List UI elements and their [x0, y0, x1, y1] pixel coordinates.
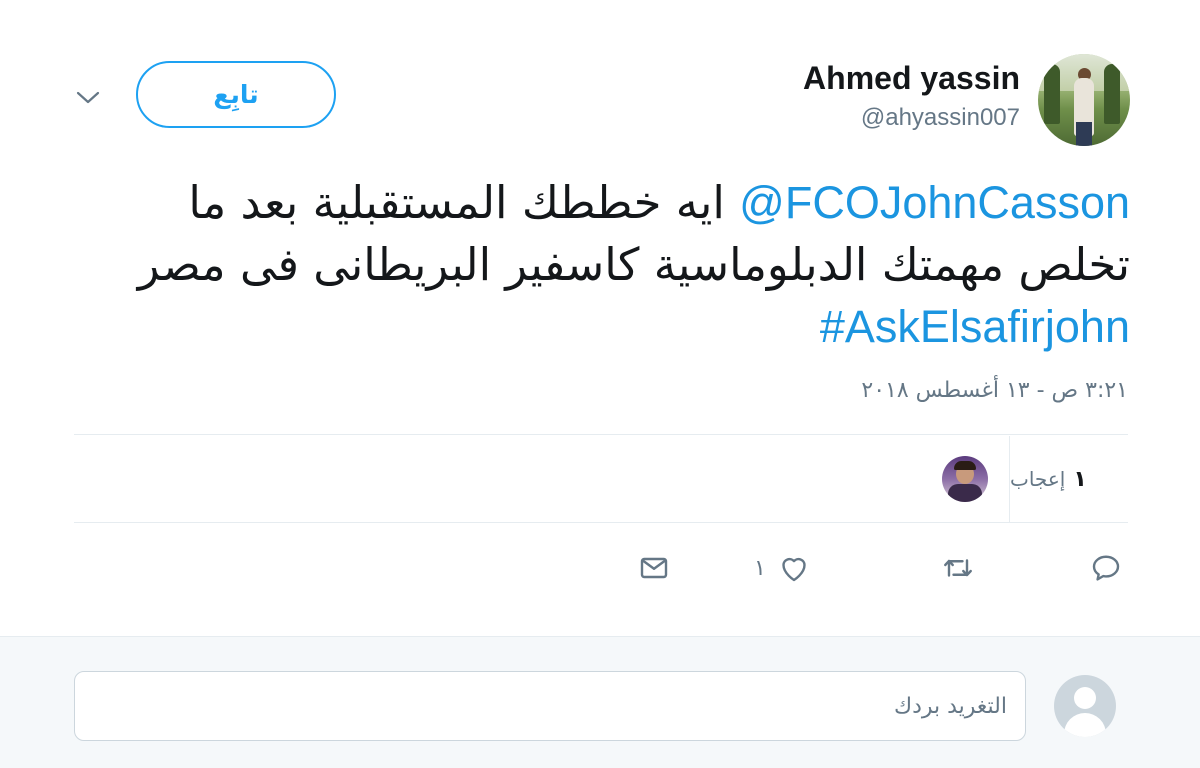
liker-avatar[interactable] — [942, 456, 988, 502]
reply-button[interactable] — [1088, 548, 1124, 588]
hashtag-link[interactable]: #AskElsafirjohn — [820, 301, 1130, 352]
likes-label: إعجاب — [1010, 467, 1066, 491]
divider — [74, 434, 1128, 435]
like-button[interactable]: ١ — [754, 548, 812, 588]
follow-button[interactable]: تابِع — [136, 61, 336, 128]
tweet-stats: ١ إعجاب — [74, 436, 1128, 522]
tweet-card: Ahmed yassin @ahyassin007 تابِع @FCOJohn… — [0, 0, 1200, 636]
likes-count: ١ — [1073, 466, 1087, 492]
divider — [74, 522, 1128, 523]
retweet-icon — [944, 559, 972, 577]
author-name[interactable]: Ahmed yassin — [803, 60, 1020, 97]
message-button[interactable] — [636, 548, 672, 588]
mention-link[interactable]: @FCOJohnCasson — [739, 177, 1130, 228]
stats-separator — [1009, 436, 1010, 522]
chevron-down-icon[interactable] — [74, 84, 102, 112]
reply-composer — [0, 636, 1200, 768]
tweet-timestamp[interactable]: ٣:٢١ ص - ١٣ أغسطس ٢٠١٨ — [861, 378, 1128, 403]
like-icon — [782, 557, 806, 582]
like-count: ١ — [754, 555, 766, 581]
message-icon — [640, 557, 668, 579]
likes-stat[interactable]: ١ إعجاب — [1010, 436, 1128, 522]
retweet-button[interactable] — [940, 548, 976, 588]
default-avatar-icon — [1054, 675, 1116, 737]
reply-icon — [1092, 555, 1120, 581]
tweet-actions: ١ — [74, 540, 1128, 596]
author-handle[interactable]: @ahyassin007 — [861, 104, 1020, 132]
reply-input[interactable] — [74, 671, 1026, 741]
author-avatar[interactable] — [1038, 54, 1130, 146]
tweet-text: @FCOJohnCasson ايه خططك المستقبلية بعد م… — [90, 172, 1130, 358]
